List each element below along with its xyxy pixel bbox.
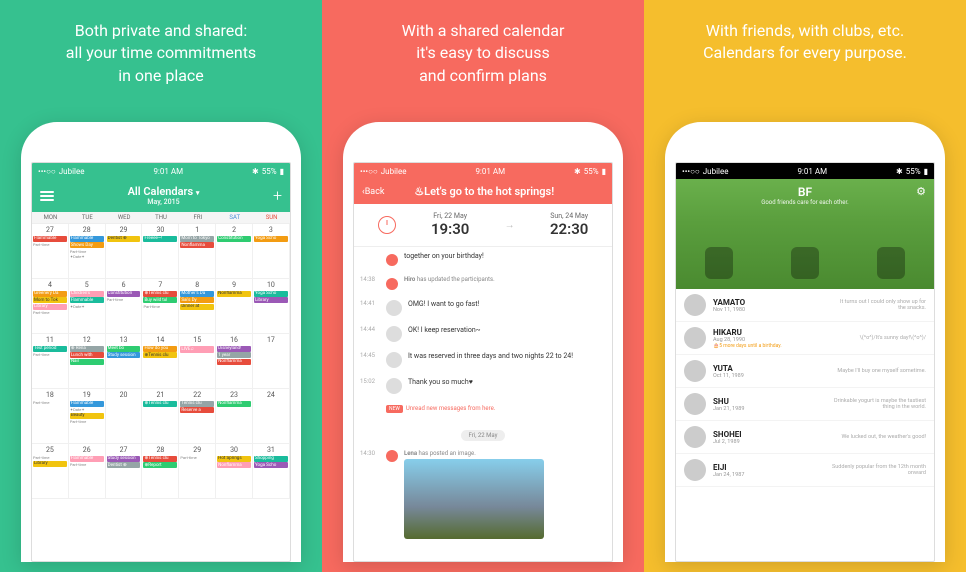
friend-list[interactable]: YAMATONov 11, 1980It turns out I could o…: [676, 289, 934, 487]
add-event-icon[interactable]: +: [273, 186, 282, 205]
friend-item[interactable]: SHUJan 21, 1989Drinkable yogurt is maybe…: [676, 388, 934, 421]
panel-calendar: Both private and shared:all your time co…: [0, 0, 322, 572]
weekday-header: MONTUEWEDTHUFRISATSUN: [32, 212, 290, 224]
calendar-header: All Calendars ▾ May, 2015 +: [32, 179, 290, 212]
calendar-day[interactable]: 27FlammablePart-time: [32, 224, 69, 279]
calendar-day[interactable]: 28⊕Tennis clu⊕Report: [142, 444, 179, 499]
calendar-day[interactable]: 17: [253, 334, 290, 389]
calendar-day[interactable]: 1Mom to TokyoNonflamma: [179, 224, 216, 279]
arrow-right-icon: →: [505, 220, 515, 231]
calendar-day[interactable]: 11Test periodPart-time: [32, 334, 69, 389]
tagline-1: Both private and shared:all your time co…: [66, 20, 256, 92]
clock-icon: [378, 216, 396, 234]
calendar-day[interactable]: 10Yoga SchoLibrary: [253, 279, 290, 334]
panel-friends: With friends, with clubs, etc.Calendars …: [644, 0, 966, 572]
chat-message: 15:02Thank you so much♥: [360, 373, 606, 399]
calendar-day[interactable]: 23Nonflamma: [216, 389, 253, 444]
gear-icon[interactable]: ⚙: [916, 185, 926, 198]
calendar-day[interactable]: 6ConstitutionPart-time: [106, 279, 143, 334]
tagline-3: With friends, with clubs, etc.Calendars …: [703, 20, 907, 92]
back-button[interactable]: ‹ Back: [362, 187, 384, 197]
group-title: BF: [676, 185, 934, 199]
calendar-day[interactable]: 20: [106, 389, 143, 444]
tagline-2: With a shared calendarit's easy to discu…: [402, 20, 565, 92]
calendar-day[interactable]: 12⊕ RenaLunch withNail: [69, 334, 106, 389]
chat-thread[interactable]: together on your birthday!14:38Hiro has …: [354, 247, 612, 544]
calendar-day[interactable]: 2Constitution: [216, 224, 253, 279]
calendar-day[interactable]: 9Nonflamma: [216, 279, 253, 334]
friend-item[interactable]: YAMATONov 11, 1980It turns out I could o…: [676, 289, 934, 322]
screen-chat: •••○○Jubilee 9:01 AM ✱55%▮ ‹ Back ♨Let's…: [353, 162, 613, 562]
status-bar: •••○○Jubilee 9:01 AM ✱55%▮: [354, 163, 612, 179]
calendar-day[interactable]: 29Part-time: [179, 444, 216, 499]
calendar-day[interactable]: 29Dentist ⊕: [106, 224, 143, 279]
calendar-day[interactable]: 15LIVE♫: [179, 334, 216, 389]
calendar-day[interactable]: 7⊕Tennis cluBuy wild tulPart-time: [142, 279, 179, 334]
menu-icon[interactable]: [40, 191, 54, 201]
phone-frame-1: •••○○Jubilee 9:01 AM ✱55%▮ All Calendars…: [21, 122, 301, 562]
screen-friends: •••○○Jubilee 9:01 AM ✱55%▮ BF Good frien…: [675, 162, 935, 562]
chat-message: 14:38Hiro has updated the participants.: [360, 271, 606, 295]
event-time-range[interactable]: Fri, 22 May 19:30 → Sun, 24 May 22:30: [354, 204, 612, 247]
friend-item[interactable]: EIJIJan 24, 1987Suddenly popular from th…: [676, 454, 934, 487]
calendar-grid[interactable]: 27FlammablePart-time28FlammableShows Day…: [32, 224, 290, 499]
chat-message: 14:45It was reserved in three days and t…: [360, 347, 606, 373]
panel-chat: With a shared calendarit's easy to discu…: [322, 0, 644, 572]
status-bar: •••○○Jubilee 9:01 AM ✱55%▮: [676, 163, 934, 179]
calendar-day[interactable]: 26FlammablePart-time: [69, 444, 106, 499]
calendar-day[interactable]: 4Greenery DaMom to TokLibraryPart-time: [32, 279, 69, 334]
calendar-day[interactable]: 22Tennis cluReserve a: [179, 389, 216, 444]
group-subtitle: Good friends care for each other.: [676, 199, 934, 206]
status-bar: •••○○Jubilee 9:01 AM ✱55%▮: [32, 163, 290, 179]
calendar-day[interactable]: 8Mother's DaSai's DyDinner at: [179, 279, 216, 334]
screen-calendar: •••○○Jubilee 9:01 AM ✱55%▮ All Calendars…: [31, 162, 291, 562]
phone-frame-2: •••○○Jubilee 9:01 AM ✱55%▮ ‹ Back ♨Let's…: [343, 122, 623, 562]
friend-item[interactable]: SHOHEIJul 2, 1989We lucked out, the weat…: [676, 421, 934, 454]
group-hero: BF Good friends care for each other. ⚙: [676, 179, 934, 289]
calendar-day[interactable]: 30Freeee~!: [142, 224, 179, 279]
calendar-day[interactable]: 3Yoga Scho: [253, 224, 290, 279]
calendar-day[interactable]: 14How do you⊕Tennis clu: [142, 334, 179, 389]
chat-message: 14:41OMG! I want to go fast!: [360, 295, 606, 321]
chat-message: together on your birthday!: [360, 247, 606, 271]
calendar-day[interactable]: 21⊕Tennis clu: [142, 389, 179, 444]
calendar-day[interactable]: 31ShoppingYoga Scho: [253, 444, 290, 499]
calendar-day[interactable]: 27Study sessionDentist ⊕: [106, 444, 143, 499]
chat-message: 14:44OK! I keep reservation~: [360, 321, 606, 347]
calendar-day[interactable]: 30Hot SpringsNonflamma: [216, 444, 253, 499]
friend-item[interactable]: HIKARUAug 28, 1990🎂5 more days until a b…: [676, 322, 934, 355]
friend-item[interactable]: YUTAOct 11, 1989Maybe I'll buy one mysel…: [676, 355, 934, 388]
phone-frame-3: •••○○Jubilee 9:01 AM ✱55%▮ BF Good frien…: [665, 122, 945, 562]
calendar-day[interactable]: 5Children'sFlammable✦Date✦: [69, 279, 106, 334]
calendar-day[interactable]: 28FlammableShows DayPart-time✦Date✦: [69, 224, 106, 279]
calendar-day[interactable]: 24: [253, 389, 290, 444]
calendar-day[interactable]: 18Part-time: [32, 389, 69, 444]
calendar-day[interactable]: 25Part-timeLibrary: [32, 444, 69, 499]
calendar-day[interactable]: 16Disneyland!1 yearNonflamma: [216, 334, 253, 389]
calendar-day[interactable]: 13Meet boStudy session: [106, 334, 143, 389]
calendar-day[interactable]: 19Flammable✦Date✦BeautyPart-time: [69, 389, 106, 444]
chat-header: ‹ Back ♨Let's go to the hot springs!: [354, 179, 612, 204]
